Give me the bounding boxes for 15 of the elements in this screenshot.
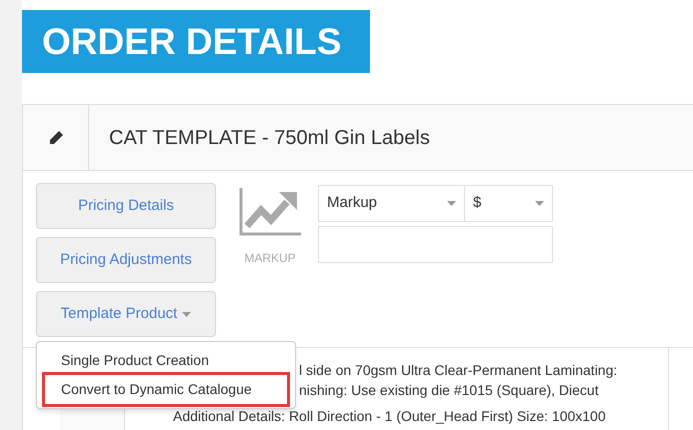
- product-description: nishing: Use existing die #1015 (Square), Diecut: [299, 381, 599, 400]
- menu-item[interactable]: Single Product Creation: [45, 346, 287, 375]
- amount-field[interactable]: [318, 226, 553, 263]
- template-title: CAT TEMPLATE - 750ml Gin Labels: [109, 126, 430, 150]
- markup-select[interactable]: Markup: [318, 185, 465, 222]
- markup-label: MARKUP: [244, 250, 296, 267]
- product-description: Additional Details: Roll Direction - 1 (Outer_Head First) Size: 100x100: [173, 407, 606, 426]
- menu-item[interactable]: Convert to Dynamic Catalogue: [45, 375, 287, 404]
- trend-chart-icon: [239, 188, 301, 236]
- product-description: l side on 70gsm Ultra Clear-Permanent Laminating:: [299, 361, 618, 380]
- page-title: ORDER DETAILS: [22, 10, 370, 73]
- caret-icon: [535, 201, 544, 206]
- caret-icon: [447, 201, 456, 206]
- pencil-icon[interactable]: [48, 130, 64, 146]
- currency-select[interactable]: $: [465, 185, 553, 222]
